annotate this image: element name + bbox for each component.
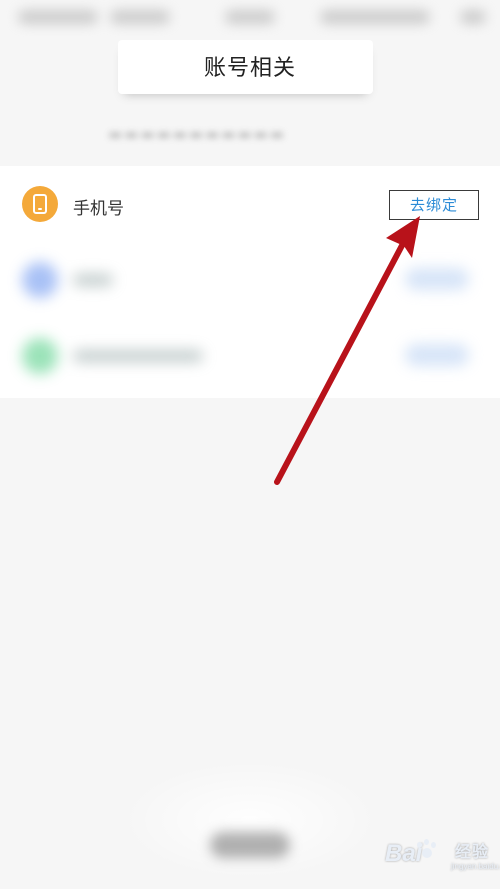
account-list: 手机号 去绑定	[0, 166, 500, 398]
watermark-url: jingyan.baidu.com	[451, 862, 500, 871]
phone-icon	[22, 186, 58, 222]
bottom-glow	[120, 760, 380, 880]
nav-header: 账号相关	[0, 34, 500, 98]
baidu-watermark: Bai du 经验 jingyan.baidu.com	[385, 838, 500, 878]
blurred-button[interactable]	[405, 344, 469, 366]
account-label: 手机号	[73, 199, 124, 219]
bind-phone-button[interactable]: 去绑定	[389, 190, 479, 220]
blurred-subtitle: ▬▬▬▬▬▬▬▬▬▬▬	[108, 125, 286, 143]
blurred-icon	[22, 262, 58, 298]
blurred-button[interactable]	[405, 268, 469, 290]
page-title: 账号相关	[203, 56, 296, 81]
blurred-bottom-button[interactable]	[210, 832, 290, 858]
watermark-product: 经验	[455, 844, 490, 861]
paw-icon	[415, 838, 439, 866]
account-row-blurred[interactable]	[0, 242, 500, 318]
account-row-blurred[interactable]	[0, 318, 500, 394]
account-row-phone: 手机号 去绑定	[0, 166, 500, 242]
status-bar	[0, 0, 500, 34]
blurred-icon	[22, 338, 58, 374]
